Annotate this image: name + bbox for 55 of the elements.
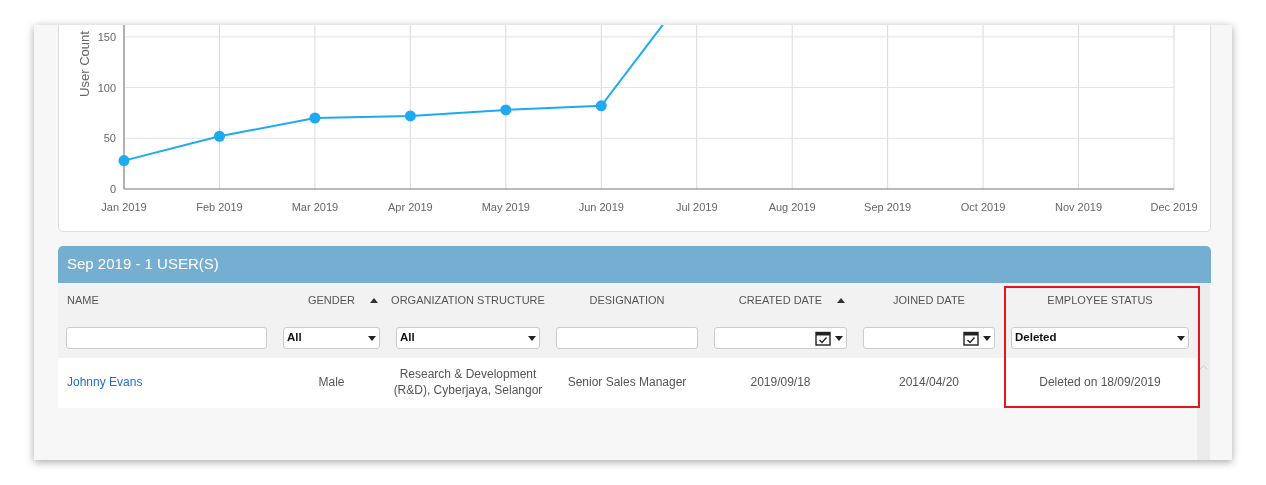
x-axis-label: Nov 2019 [1055, 201, 1103, 213]
table-cell-text: 2014/04/20 [898, 375, 960, 391]
y-axis-title: User Count [77, 31, 92, 97]
sort-arrow-icon[interactable] [837, 298, 845, 303]
x-axis-label: Apr 2019 [388, 201, 433, 213]
caret-icon[interactable] [368, 335, 376, 341]
data-point [404, 110, 416, 122]
y-axis-label: 0 [109, 183, 116, 195]
column-header[interactable]: CREATED DATE [738, 292, 823, 309]
table-cell-text: Male [318, 375, 345, 391]
x-axis-label: Oct 2019 [960, 201, 1006, 213]
column-header[interactable]: NAME [67, 292, 99, 309]
column-header[interactable]: GENDER [307, 292, 356, 309]
filter-dropdown[interactable]: All [283, 327, 380, 349]
data-point [213, 130, 225, 142]
calendar-icon[interactable] [963, 330, 979, 346]
x-axis-label: May 2019 [481, 201, 530, 213]
sort-arrow-icon[interactable] [370, 298, 378, 303]
x-axis-label: Mar 2019 [291, 201, 339, 213]
x-axis-label: Aug 2019 [768, 201, 816, 213]
panel-title: Sep 2019 - 1 USER(S) [67, 254, 219, 275]
filter-dropdown[interactable]: All [396, 327, 540, 349]
date-filter-field[interactable] [714, 327, 847, 349]
x-axis-label: Sep 2019 [864, 201, 912, 213]
column-header[interactable]: DESIGNATION [589, 292, 665, 309]
data-point [118, 155, 130, 167]
y-axis-label: 150 [97, 30, 116, 43]
column-header[interactable]: JOINED DATE [893, 292, 965, 309]
table-cell-text: 2019/09/18 [750, 375, 811, 391]
data-point [500, 104, 512, 116]
filter-field[interactable] [66, 327, 267, 349]
table-cell-text: Research & Development (R&D), Cyberjaya, Selangor [392, 367, 544, 399]
caret-icon[interactable] [1177, 335, 1185, 341]
scroll-up-icon[interactable] [1199, 365, 1208, 370]
filter-field[interactable] [556, 327, 698, 349]
x-axis-label: Feb 2019 [196, 201, 243, 213]
filter-dropdown[interactable]: Deleted [1011, 327, 1189, 349]
x-axis-label: Jun 2019 [578, 201, 624, 213]
user-name-link[interactable]: Johnny Evans [67, 375, 143, 391]
column-header[interactable]: ORGANIZATION STRUCTURE [391, 292, 545, 309]
y-axis-label: 50 [103, 132, 116, 145]
caret-icon[interactable] [835, 335, 843, 341]
caret-icon[interactable] [528, 335, 536, 341]
x-axis-label: Jan 2019 [101, 201, 147, 213]
data-point [595, 100, 607, 112]
date-filter-field[interactable] [863, 327, 995, 349]
data-point [309, 112, 321, 124]
caret-icon[interactable] [983, 335, 991, 341]
column-header[interactable]: EMPLOYEE STATUS [1047, 292, 1153, 309]
table-cell-text: Senior Sales Manager [567, 375, 687, 391]
table-cell-text: Deleted on 18/09/2019 [1039, 375, 1161, 391]
calendar-icon[interactable] [815, 330, 831, 346]
x-axis-label: Jul 2019 [675, 201, 718, 213]
y-axis-label: 100 [97, 81, 116, 94]
x-axis-label: Dec 2019 [1150, 201, 1198, 213]
